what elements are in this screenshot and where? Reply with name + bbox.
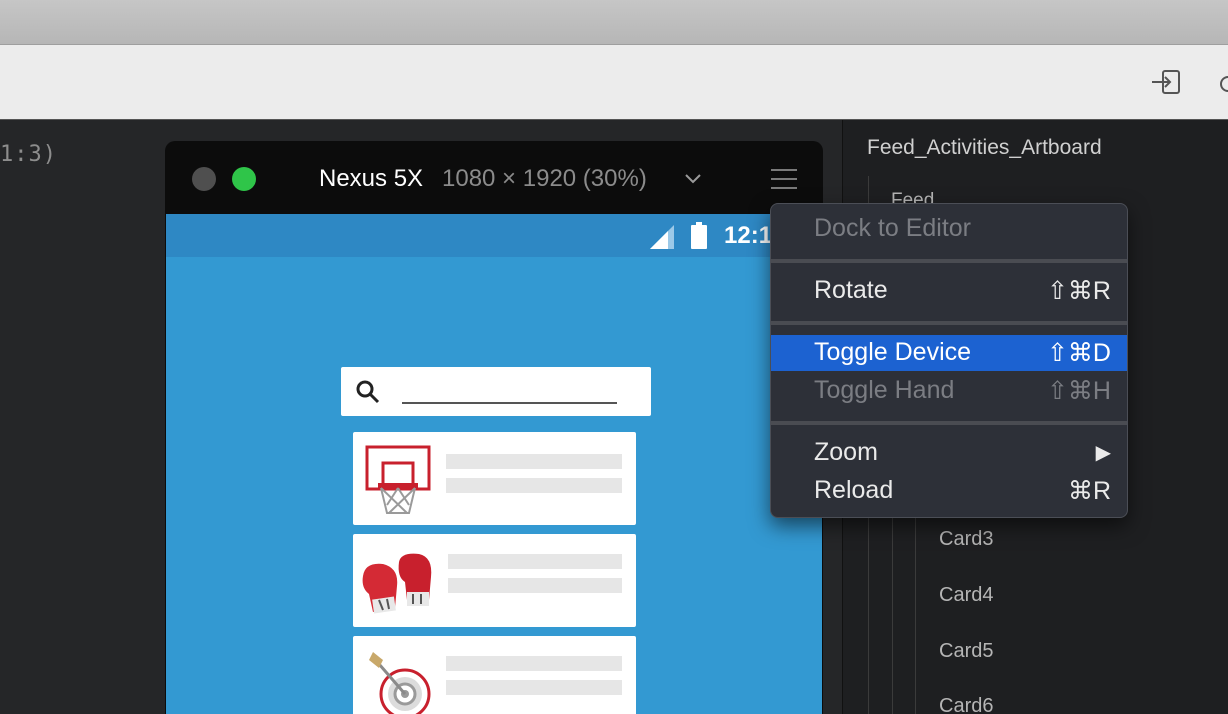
tree-artboard-label[interactable]: Feed_Activities_Artboard <box>867 136 1102 160</box>
device-preview-window: Nexus 5X 1080 × 1920 (30%) 12:1 <box>165 141 823 714</box>
search-input-line[interactable] <box>402 402 617 404</box>
export-icon[interactable] <box>1150 67 1184 99</box>
placeholder-line <box>446 454 622 469</box>
menu-separator <box>771 321 1127 325</box>
activity-card[interactable] <box>353 432 636 525</box>
dart-target-icon <box>361 646 435 714</box>
app-toolbar <box>0 44 1228 120</box>
menu-item-label: Rotate <box>814 276 888 304</box>
window-title-bar <box>0 0 1228 44</box>
menu-item-shortcut: ⇧⌘R <box>1046 277 1111 305</box>
basketball-hoop-icon <box>365 445 431 520</box>
search-icon <box>355 379 381 410</box>
menu-item-rotate[interactable]: Rotate ⇧⌘R <box>771 273 1127 309</box>
placeholder-line <box>446 656 622 671</box>
device-screen: 12:1 <box>166 214 822 714</box>
code-fragment: 1:3) <box>0 142 57 167</box>
status-time: 12:1 <box>724 222 773 249</box>
window-zoom-button[interactable] <box>232 167 256 191</box>
device-name[interactable]: Nexus 5X <box>319 165 423 193</box>
tree-item-card[interactable]: Card5 <box>939 640 993 663</box>
menu-item-label: Dock to Editor <box>814 214 972 242</box>
activity-card[interactable] <box>353 534 636 627</box>
boxing-gloves-icon <box>361 552 435 619</box>
context-menu: Dock to Editor Rotate ⇧⌘R Toggle Device … <box>770 203 1128 518</box>
status-bar: 12:1 <box>166 214 822 257</box>
menu-item-dock-to-editor[interactable]: Dock to Editor <box>771 211 1127 247</box>
menu-item-label: Toggle Hand <box>814 376 955 404</box>
placeholder-line <box>448 554 622 569</box>
partial-toolbar-icon[interactable] <box>1218 67 1228 99</box>
placeholder-line <box>446 478 622 493</box>
menu-item-shortcut: ⌘R <box>1067 477 1111 505</box>
menu-item-label: Toggle Device <box>814 338 972 366</box>
menu-item-shortcut: ⇧⌘D <box>1046 339 1111 367</box>
menu-item-label: Zoom <box>814 438 878 466</box>
menu-item-reload[interactable]: Reload ⌘R <box>771 473 1127 509</box>
menu-item-label: Reload <box>814 476 894 504</box>
device-dimensions[interactable]: 1080 × 1920 (30%) <box>442 165 647 193</box>
window-close-button[interactable] <box>192 167 216 191</box>
menu-separator <box>771 259 1127 263</box>
menu-item-toggle-device[interactable]: Toggle Device ⇧⌘D <box>771 335 1127 371</box>
search-box[interactable] <box>341 367 651 416</box>
placeholder-line <box>446 680 622 695</box>
signal-icon <box>650 225 676 254</box>
menu-item-toggle-hand[interactable]: Toggle Hand ⇧⌘H <box>771 373 1127 409</box>
menu-item-zoom[interactable]: Zoom ▶ <box>771 435 1127 471</box>
activity-card[interactable] <box>353 636 636 714</box>
chevron-down-icon[interactable] <box>683 171 703 187</box>
tree-item-card[interactable]: Card6 <box>939 695 993 714</box>
tree-item-card[interactable]: Card3 <box>939 528 993 551</box>
menu-item-shortcut: ⇧⌘H <box>1046 377 1111 405</box>
tree-item-card[interactable]: Card4 <box>939 584 993 607</box>
menu-separator <box>771 421 1127 425</box>
placeholder-line <box>448 578 622 593</box>
battery-icon <box>690 222 708 255</box>
submenu-arrow-icon: ▶ <box>1095 442 1111 464</box>
hamburger-menu-icon[interactable] <box>771 169 797 189</box>
